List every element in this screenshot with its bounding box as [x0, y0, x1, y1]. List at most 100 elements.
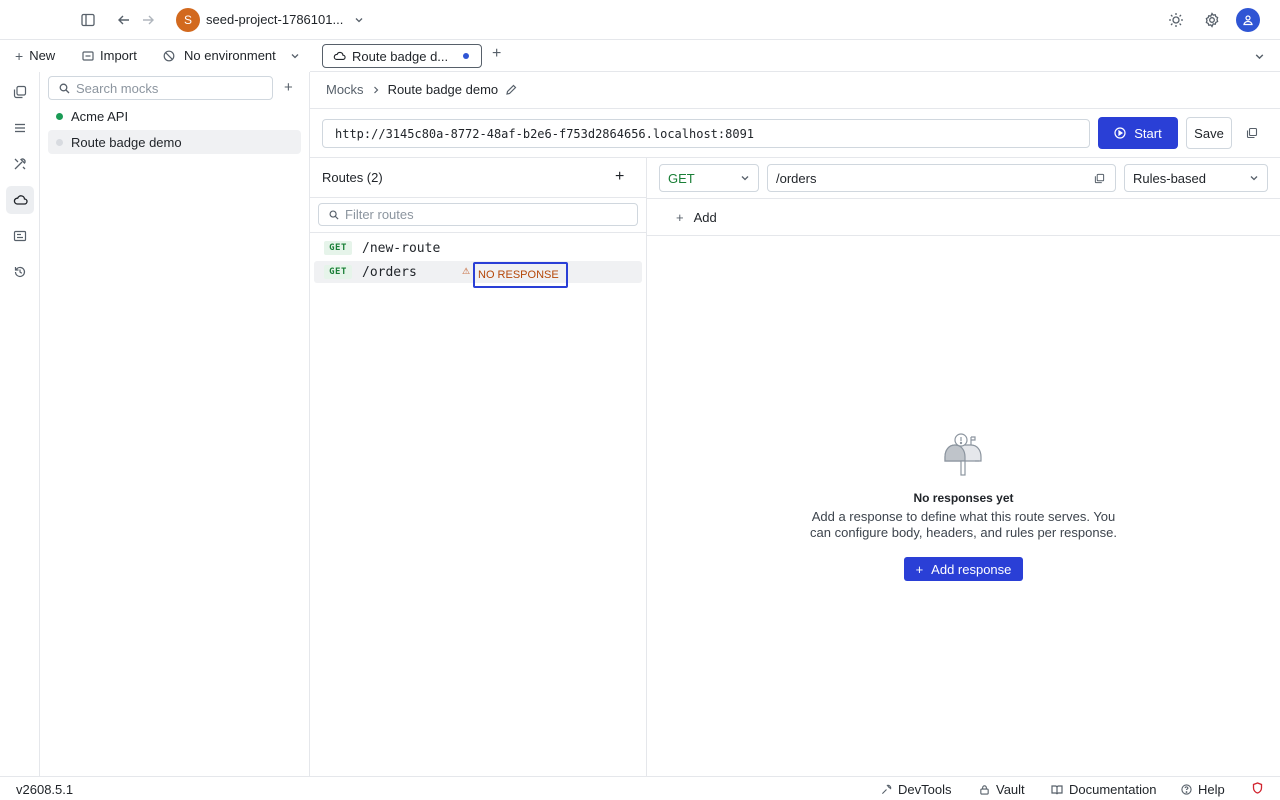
documentation-button[interactable]: Documentation	[1051, 782, 1156, 797]
devtools-label: DevTools	[898, 782, 952, 797]
save-button[interactable]: Save	[1186, 117, 1232, 149]
sidebar-item-route-badge-demo[interactable]: Route badge demo	[48, 130, 301, 154]
add-route-button[interactable]: +	[615, 169, 624, 185]
chevron-down-icon	[290, 51, 300, 61]
user-avatar[interactable]	[1236, 8, 1260, 32]
routes-title: Routes (2)	[322, 170, 383, 185]
book-icon	[1051, 784, 1063, 795]
response-mode-select[interactable]: Rules-based	[1124, 164, 1268, 192]
add-mock-button[interactable]: +	[284, 80, 293, 95]
filter-routes-input[interactable]	[345, 207, 625, 222]
divider	[310, 108, 1280, 109]
no-entry-icon	[163, 50, 175, 62]
unsaved-dot	[463, 53, 469, 59]
search-mocks-input[interactable]	[76, 80, 256, 96]
new-tab-button[interactable]: +	[492, 46, 501, 62]
devtools-button[interactable]: DevTools	[881, 782, 951, 797]
import-label: Import	[100, 48, 137, 63]
plus-icon: +	[676, 210, 684, 225]
method-select[interactable]: GET	[659, 164, 759, 192]
cloud-icon[interactable]	[6, 186, 34, 214]
project-name[interactable]: seed-project-1786101...	[206, 12, 343, 27]
import-icon	[82, 50, 94, 62]
search-box	[48, 76, 273, 100]
cloud-icon	[333, 50, 346, 62]
back-arrow-icon[interactable]	[115, 11, 133, 29]
wrench-icon	[881, 784, 892, 795]
method-value: GET	[668, 170, 695, 186]
version-label: v2608.5.1	[16, 782, 74, 797]
top-bar: S seed-project-1786101...	[0, 0, 1280, 40]
divider	[647, 198, 1280, 199]
add-response-tab-button[interactable]: + Add	[676, 210, 717, 225]
forward-arrow-icon[interactable]	[139, 11, 157, 29]
new-label: New	[29, 48, 56, 63]
divider	[647, 235, 1280, 236]
breadcrumb: Mocks Route badge demo	[326, 82, 517, 97]
route-path-input[interactable]	[776, 170, 1076, 186]
chevron-down-icon[interactable]	[350, 11, 368, 29]
tab-label: Route badge d...	[352, 48, 449, 64]
empty-state-description: Add a response to define what this route…	[810, 509, 1117, 540]
project-avatar[interactable]: S	[176, 8, 200, 32]
search-icon	[329, 210, 339, 220]
empty-state-title: No responses yet	[913, 491, 1014, 505]
route-path: /orders	[362, 264, 417, 280]
route-item-new-route[interactable]: GET /new-route	[314, 237, 642, 259]
divider	[310, 157, 1280, 158]
sidebar-item-label: Route badge demo	[71, 134, 182, 150]
breadcrumb-current: Route badge demo	[387, 82, 499, 97]
method-badge: GET	[324, 265, 352, 279]
breadcrumb-parent[interactable]: Mocks	[326, 82, 364, 97]
shield-icon[interactable]	[1252, 782, 1263, 794]
copy-icon[interactable]	[1094, 173, 1105, 184]
chevron-down-icon[interactable]	[1254, 51, 1265, 62]
help-circle-icon	[1181, 784, 1192, 795]
lock-icon	[979, 784, 990, 795]
chevron-down-icon	[740, 173, 750, 183]
method-badge: GET	[324, 241, 352, 255]
add-response-button[interactable]: + Add response	[904, 557, 1023, 581]
tab-bar: Route badge d... +	[310, 40, 1280, 72]
add-label: Add	[693, 210, 717, 225]
divider	[646, 158, 647, 776]
status-dot	[56, 138, 63, 146]
import-button[interactable]: Import	[82, 48, 137, 63]
toggle-sidebar-icon[interactable]	[79, 11, 97, 29]
help-label: Help	[1198, 782, 1225, 797]
tools-icon[interactable]	[6, 150, 34, 178]
sun-icon[interactable]	[1167, 11, 1185, 29]
copy-icon[interactable]	[1246, 127, 1258, 139]
gear-icon[interactable]	[1203, 11, 1221, 29]
plus-icon: +	[915, 561, 924, 577]
play-circle-icon	[1114, 127, 1126, 139]
icon-rail	[0, 72, 40, 776]
sidebar-item-label: Acme API	[71, 108, 129, 124]
stack-icon[interactable]	[6, 114, 34, 142]
add-response-label: Add response	[931, 561, 1012, 577]
start-label: Start	[1134, 125, 1162, 141]
vault-button[interactable]: Vault	[979, 782, 1025, 797]
chevron-right-icon	[372, 86, 380, 94]
warning-icon: ⚠	[462, 266, 471, 276]
documentation-label: Documentation	[1069, 782, 1157, 797]
history-icon[interactable]	[6, 258, 34, 286]
collections-icon[interactable]	[6, 78, 34, 106]
no-response-badge: NO RESPONSE	[473, 262, 568, 288]
divider	[310, 232, 646, 233]
sidebar-item-acme-api[interactable]: Acme API	[48, 104, 301, 128]
vault-label: Vault	[996, 782, 1025, 797]
new-button[interactable]: + New	[15, 48, 55, 63]
help-button[interactable]: Help	[1181, 782, 1225, 797]
environment-label: No environment	[184, 48, 276, 63]
start-button[interactable]: Start	[1098, 117, 1178, 149]
pencil-icon[interactable]	[506, 84, 517, 95]
tab-route-badge-demo[interactable]: Route badge d...	[322, 44, 482, 68]
server-url-field[interactable]: http://3145c80a-8772-48af-b2e6-f753d2864…	[322, 119, 1090, 148]
filter-box	[318, 203, 638, 226]
route-item-orders[interactable]: GET /orders ⚠ NO RESPONSE	[314, 261, 642, 288]
document-icon[interactable]	[6, 222, 34, 250]
route-path: /new-route	[362, 240, 441, 256]
mode-value: Rules-based	[1133, 170, 1206, 186]
environment-select[interactable]: No environment	[163, 48, 300, 63]
